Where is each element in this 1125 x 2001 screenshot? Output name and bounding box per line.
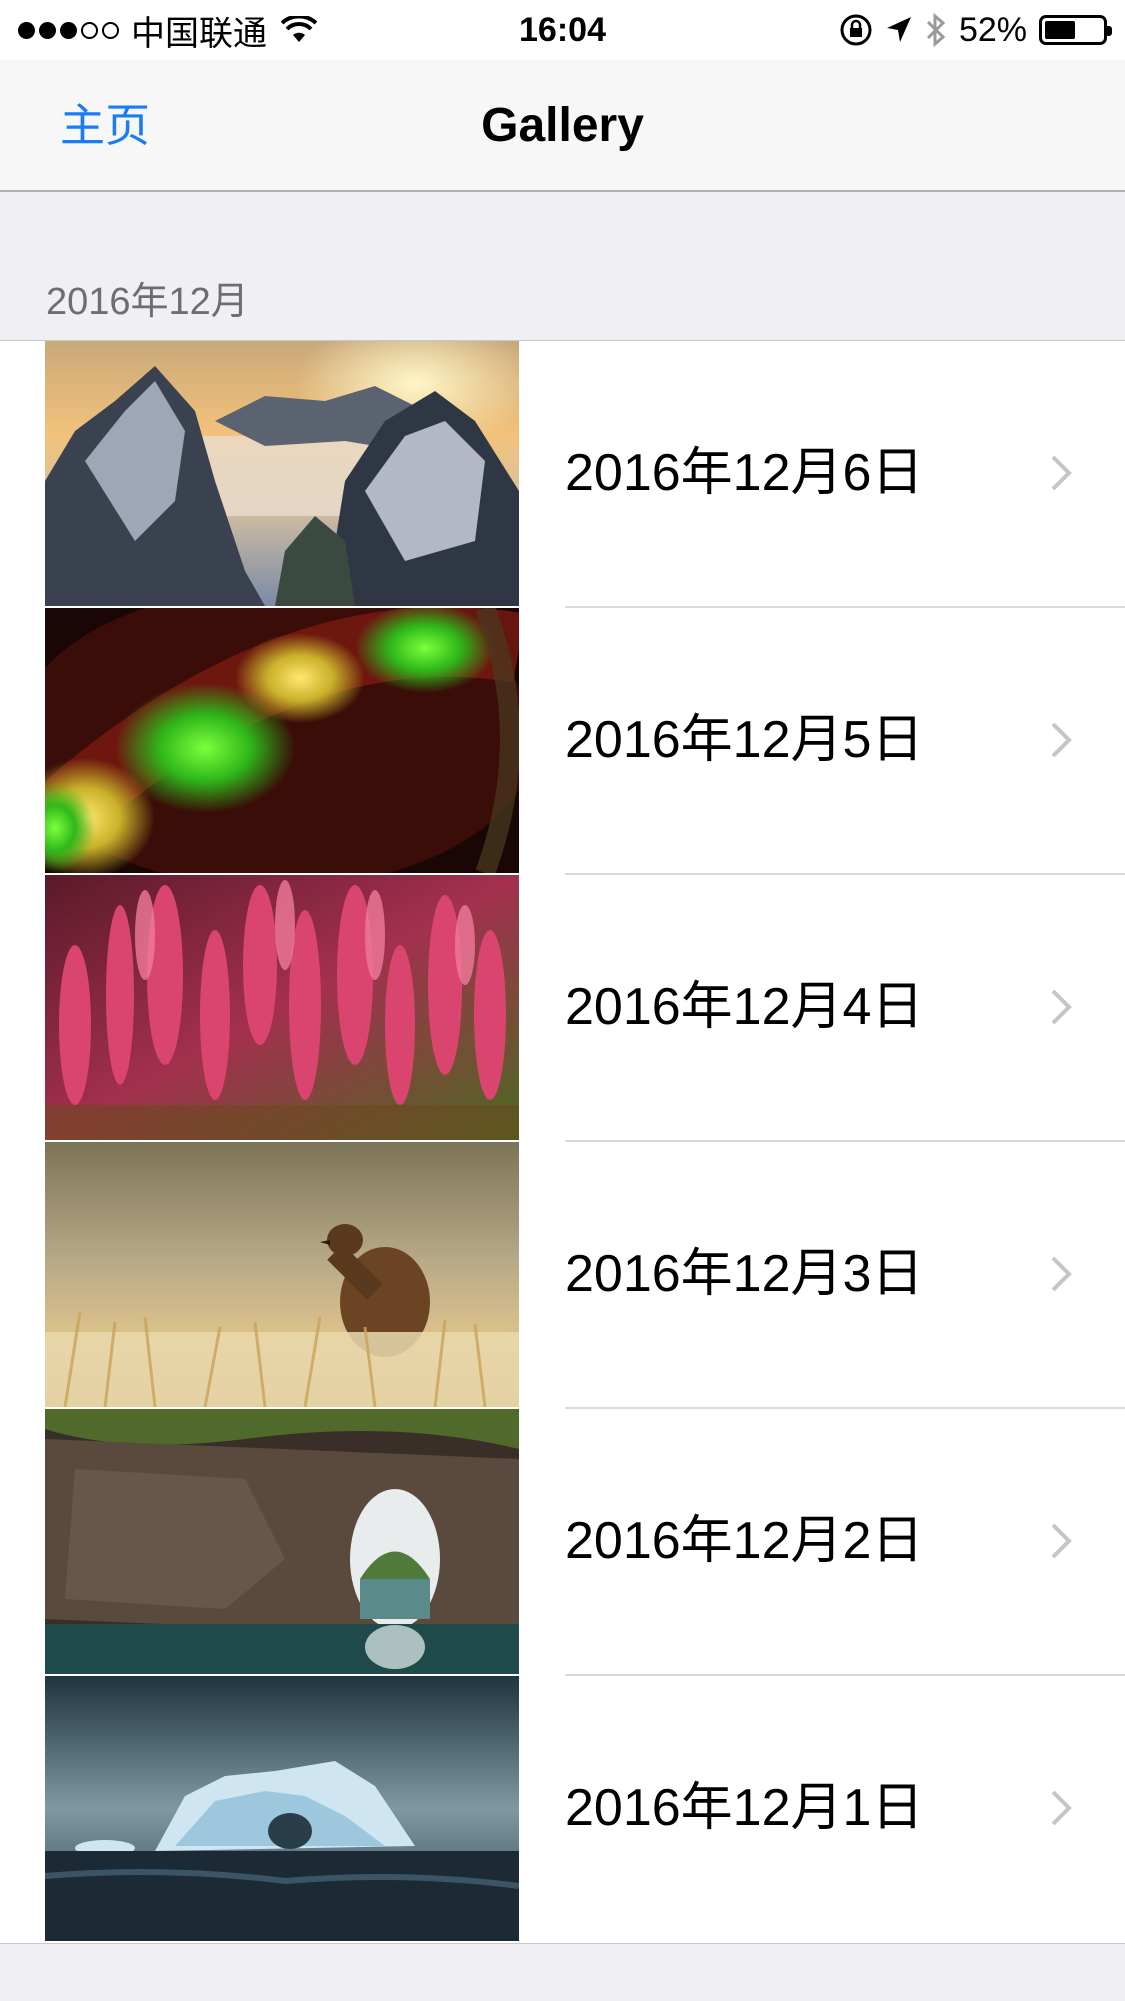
chevron-right-icon	[1051, 722, 1072, 758]
list-item[interactable]: 2016年12月3日	[0, 1142, 1125, 1409]
row-date-label: 2016年12月3日	[565, 1245, 924, 1303]
gallery-list: 2016年12月6日 2016年12月5日 2016年12月4日 2016年12…	[0, 340, 1125, 1944]
row-date-label: 2016年12月1日	[565, 1779, 924, 1837]
row-date-label: 2016年12月4日	[565, 978, 924, 1036]
pink-flower-field-photo	[45, 875, 519, 1140]
green-yellow-light-bokeh-photo	[45, 608, 519, 873]
battery-icon	[1039, 15, 1112, 45]
chevron-right-icon	[1051, 455, 1072, 491]
chevron-right-icon	[1051, 1256, 1072, 1292]
location-arrow-icon	[886, 17, 911, 42]
page-title: Gallery	[481, 99, 644, 152]
battery-percent: 52%	[958, 10, 1027, 49]
row-date-label: 2016年12月2日	[565, 1512, 924, 1570]
section-header: 2016年12月	[46, 281, 249, 323]
list-item[interactable]: 2016年12月4日	[0, 875, 1125, 1142]
chevron-right-icon	[1051, 1790, 1072, 1826]
snowy-mountain-peaks-photo	[45, 341, 519, 606]
bluetooth-icon	[926, 12, 946, 48]
chevron-right-icon	[1051, 989, 1072, 1025]
row-date-label: 2016年12月6日	[565, 444, 924, 502]
sea-rock-arch-photo	[45, 1409, 519, 1674]
gallery-screen: 中国联通 16:04 52% 主页 Gallery 2016年12月 2016年…	[0, 0, 1125, 2001]
list-item[interactable]: 2016年12月6日	[0, 341, 1125, 608]
rotation-lock-icon	[840, 14, 872, 46]
navigation-bar: 主页 Gallery	[0, 60, 1125, 192]
status-right: 52%	[839, 8, 1112, 52]
list-item[interactable]: 2016年12月2日	[0, 1409, 1125, 1676]
status-bar: 中国联通 16:04 52%	[0, 0, 1125, 60]
list-item[interactable]: 2016年12月5日	[0, 608, 1125, 875]
grouse-bird-in-grass-photo	[45, 1142, 519, 1407]
row-date-label: 2016年12月5日	[565, 711, 924, 769]
iceberg-at-sea-photo	[45, 1676, 519, 1941]
list-item[interactable]: 2016年12月1日	[0, 1676, 1125, 1943]
chevron-right-icon	[1051, 1523, 1072, 1559]
